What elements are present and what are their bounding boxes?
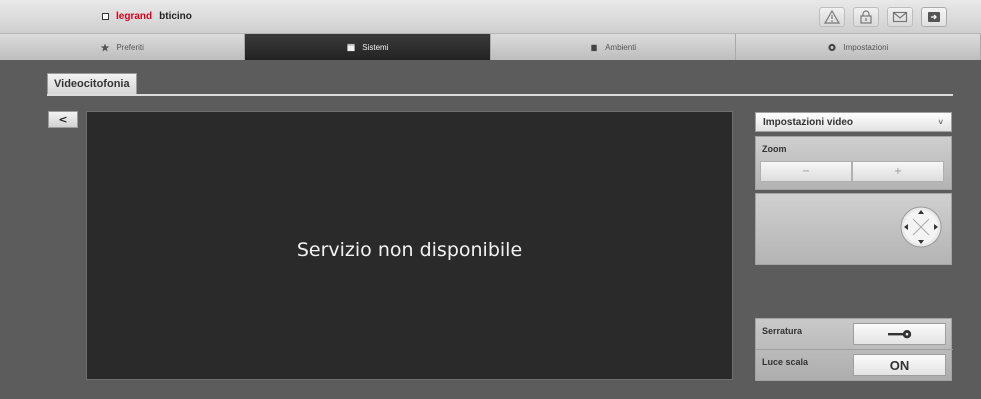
door-controls: Serratura Luce scala ON [755, 318, 953, 381]
section-divider [47, 94, 953, 96]
tab-label: Sistemi [362, 42, 389, 52]
header-icons [819, 7, 947, 27]
mail-icon[interactable] [887, 7, 913, 27]
tab-label: Impostazioni [843, 42, 889, 52]
tab-ambienti[interactable]: Ambienti [490, 34, 736, 60]
sistemi-icon [347, 43, 355, 51]
logo-square-icon [102, 13, 109, 20]
tab-preferiti[interactable]: Preferiti [0, 34, 246, 60]
zoom-panel: Zoom − + [755, 136, 952, 190]
tab-label: Preferiti [116, 42, 144, 52]
warning-icon[interactable] [819, 7, 845, 27]
star-icon [101, 42, 110, 51]
impostazioni-icon [828, 43, 837, 51]
logout-icon[interactable] [921, 7, 947, 27]
pan-panel [755, 193, 952, 265]
stair-light-button[interactable]: ON [853, 354, 946, 376]
ambienti-icon [591, 44, 597, 51]
direction-pad-icon[interactable] [899, 205, 943, 249]
lock-label: Serratura [762, 326, 803, 336]
video-settings-label: Impostazioni video [763, 117, 854, 128]
main-nav: Preferiti Sistemi Ambienti Impostazioni [0, 34, 981, 60]
page-title: Videocitofonia [47, 73, 137, 94]
zoom-label: Zoom [762, 144, 787, 154]
unlock-button[interactable] [853, 323, 946, 345]
stair-light-label: Luce scala [762, 357, 809, 367]
brand-logo: legrand bticino [102, 11, 192, 22]
tab-impostazioni[interactable]: Impostazioni [735, 34, 981, 60]
lock-icon[interactable] [853, 7, 879, 27]
lock-row: Serratura [756, 319, 953, 350]
back-button[interactable]: < [48, 111, 78, 128]
zoom-in-button[interactable]: + [852, 161, 944, 182]
video-status-message: Servizio non disponibile [296, 238, 523, 261]
brand-bticino: bticino [159, 11, 192, 22]
stair-light-row: Luce scala ON [756, 350, 953, 381]
tab-label: Ambienti [605, 42, 637, 52]
chevron-down-icon: ˅ [938, 118, 943, 127]
video-view: Servizio non disponibile [86, 111, 733, 380]
zoom-out-button[interactable]: − [760, 161, 852, 182]
tab-sistemi[interactable]: Sistemi [245, 34, 491, 60]
video-settings-dropdown[interactable]: Impostazioni video ˅ [755, 112, 952, 132]
top-header: legrand bticino [0, 0, 981, 34]
brand-legrand: legrand [116, 11, 153, 22]
key-icon [887, 330, 911, 339]
